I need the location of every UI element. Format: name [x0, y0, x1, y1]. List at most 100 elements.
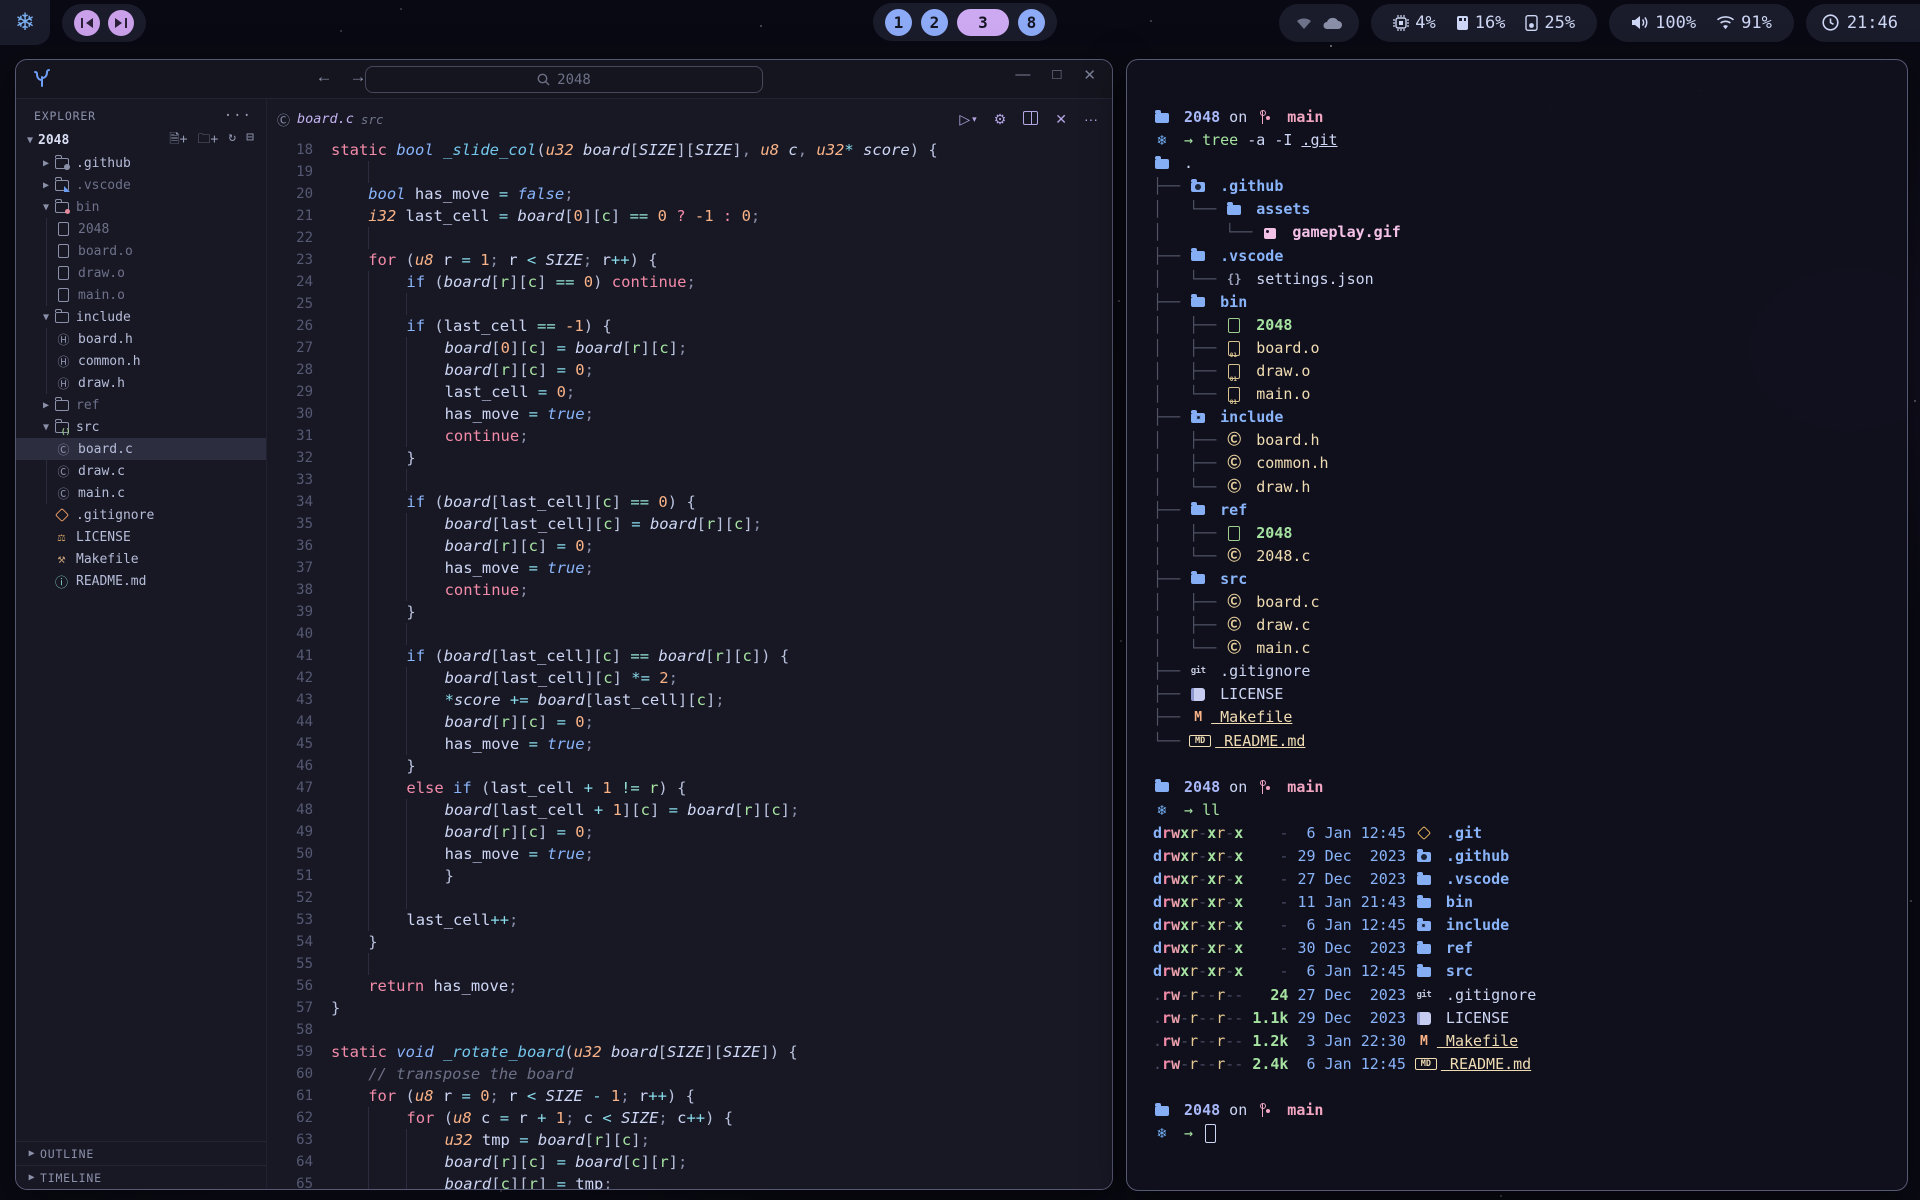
workspace-2[interactable]: 2 — [921, 9, 948, 36]
file-icon — [56, 266, 71, 280]
sidebar-item-board.c[interactable]: Ⓒboard.c — [16, 438, 266, 460]
code-line-29: 29last_cell = 0; — [267, 381, 1112, 403]
sidebar-item-bin[interactable]: ▼bin — [16, 196, 266, 218]
sidebar-item-main.o[interactable]: main.o — [16, 284, 266, 306]
sidebar-item-main.c[interactable]: Ⓒmain.c — [16, 482, 266, 504]
gittxt-icon: git — [1415, 987, 1433, 1003]
h-file-icon: Ⓗ — [56, 376, 71, 390]
terminal-text: r — [1216, 1030, 1225, 1053]
more-actions-icon[interactable]: ··· — [1084, 111, 1098, 127]
workspace-1[interactable]: 1 — [885, 9, 912, 36]
workspace-3-active[interactable]: 3 — [957, 9, 1009, 36]
command-search-box[interactable]: 2048 — [365, 66, 763, 93]
sidebar-item-.github[interactable]: ▶.github — [16, 152, 266, 174]
new-folder-icon[interactable]: 🗀+ — [198, 130, 219, 152]
terminal-text: r — [1162, 845, 1171, 868]
sidebar-item-board.h[interactable]: Ⓗboard.h — [16, 328, 266, 350]
code-line-34: 34if (board[last_cell][c] == 0) { — [267, 491, 1112, 513]
code-line-42: 42board[last_cell][c] *= 2; — [267, 667, 1112, 689]
close-editor-icon[interactable]: ✕ — [1055, 111, 1067, 128]
line-number: 45 — [267, 733, 313, 755]
c-file-icon: Ⓒ — [56, 486, 71, 500]
sidebar-item-draw.h[interactable]: Ⓗdraw.h — [16, 372, 266, 394]
system-stats[interactable]: 4% 16% 25% — [1371, 4, 1597, 42]
snow-icon: ❄ — [1153, 802, 1171, 818]
explorer-more-icon[interactable]: ··· — [224, 108, 252, 124]
terminal-text: - — [1225, 1030, 1234, 1053]
terminal-text: r — [1216, 937, 1225, 960]
chevron-down-icon: ▼ — [38, 202, 54, 213]
sidebar-item-include[interactable]: ▼include — [16, 306, 266, 328]
folder-icon — [54, 420, 69, 434]
branch-icon — [1256, 1103, 1274, 1119]
terminal-text: ├── — [1153, 175, 1189, 198]
sidebar-item-draw.o[interactable]: draw.o — [16, 262, 266, 284]
code-view[interactable]: 18static bool _slide_col(u32 board[SIZE]… — [267, 139, 1112, 1189]
json-icon: {} — [1225, 271, 1243, 287]
sidebar-item-LICENSE[interactable]: ⚖LICENSE — [16, 526, 266, 548]
sidebar-item-.gitignore[interactable]: .gitignore — [16, 504, 266, 526]
terminal-content[interactable]: 2048 on main❄ → tree -a -I .git .├── .gi… — [1127, 60, 1907, 1190]
close-button[interactable]: ✕ — [1083, 66, 1096, 84]
skip-back-icon — [86, 18, 93, 28]
nav-back-button[interactable]: ← — [312, 67, 336, 87]
media-next-button[interactable] — [108, 10, 134, 36]
terminal-text: 2048 — [1175, 106, 1220, 129]
split-editor-icon[interactable] — [1023, 111, 1038, 128]
media-controls — [62, 4, 146, 42]
sidebar-item-.vscode[interactable]: ▶.vscode — [16, 174, 266, 196]
sidebar-item-root[interactable]: ▼ 2048 🗎+ 🗀+ ↻ ⊟ — [16, 129, 266, 152]
sidebar-item-common.h[interactable]: Ⓗcommon.h — [16, 350, 266, 372]
terminal-text: ├── — [1153, 499, 1189, 522]
sidebar-item-draw.c[interactable]: Ⓒdraw.c — [16, 460, 266, 482]
terminal-line: drwxr-xr-x - 6 Jan 12:45 .git — [1153, 822, 1907, 845]
collapse-all-icon[interactable]: ⊟ — [246, 130, 254, 152]
run-debug-button[interactable]: ▷▾ — [959, 111, 976, 128]
audio-network[interactable]: 100% 91% — [1609, 4, 1794, 42]
sidebar-item-README.md[interactable]: ⓘREADME.md — [16, 570, 266, 592]
new-file-icon[interactable]: 🗎+ — [169, 130, 187, 152]
code-line-18: 18static bool _slide_col(u32 board[SIZE]… — [267, 139, 1112, 161]
file-label: .github — [76, 156, 131, 171]
terminal-line: ├── bin — [1153, 291, 1907, 314]
media-prev-button[interactable] — [74, 10, 100, 36]
terminal-text: - — [1198, 960, 1207, 983]
disk-icon — [1525, 15, 1538, 31]
sidebar-item-src[interactable]: ▼src — [16, 416, 266, 438]
terminal-text: r — [1162, 1053, 1171, 1076]
terminal-text: .vscode — [1437, 868, 1509, 891]
terminal-text: r — [1216, 845, 1225, 868]
terminal-line: ❄ → — [1153, 1122, 1907, 1145]
timeline-section[interactable]: ▶TIMELINE — [16, 1165, 266, 1189]
code-line-31: 31continue; — [267, 425, 1112, 447]
terminal-line: ├── git .gitignore — [1153, 660, 1907, 683]
file-label: README.md — [76, 574, 146, 589]
code-line-35: 35board[last_cell][c] = board[r][c]; — [267, 513, 1112, 535]
refresh-icon[interactable]: ↻ — [228, 130, 236, 152]
line-number: 23 — [267, 249, 313, 271]
settings-gear-icon[interactable]: ⚙ — [994, 111, 1007, 128]
sidebar-item-2048[interactable]: 2048 — [16, 218, 266, 240]
clock-widget[interactable]: 21:46 — [1806, 4, 1920, 42]
minimize-button[interactable]: — — [1015, 66, 1030, 84]
terminal-text: → — [1175, 1122, 1202, 1145]
nixos-menu-button[interactable]: ❄ — [0, 0, 50, 45]
sidebar-item-Makefile[interactable]: ⚒Makefile — [16, 548, 266, 570]
terminal-text: 27 Dec 2023 — [1298, 984, 1415, 1007]
sidebar-item-board.o[interactable]: board.o — [16, 240, 266, 262]
terminal-line: ├── M Makefile — [1153, 706, 1907, 729]
sidebar-item-ref[interactable]: ▶ref — [16, 394, 266, 416]
terminal-line: 2048 on main — [1153, 776, 1907, 799]
outline-section[interactable]: ▶OUTLINE — [16, 1141, 266, 1165]
terminal-text: - — [1180, 984, 1189, 1007]
weather-widget[interactable] — [1279, 4, 1359, 42]
maximize-button[interactable]: □ — [1052, 66, 1061, 84]
file-label: draw.o — [78, 266, 125, 281]
search-value: 2048 — [557, 72, 591, 88]
workspace-8[interactable]: 8 — [1018, 9, 1045, 36]
line-number: 31 — [267, 425, 313, 447]
line-number: 30 — [267, 403, 313, 425]
terminal-text: r — [1189, 891, 1198, 914]
tab-board.c[interactable]: Ⓒ board.c src — [267, 99, 398, 139]
line-number: 40 — [267, 623, 313, 645]
